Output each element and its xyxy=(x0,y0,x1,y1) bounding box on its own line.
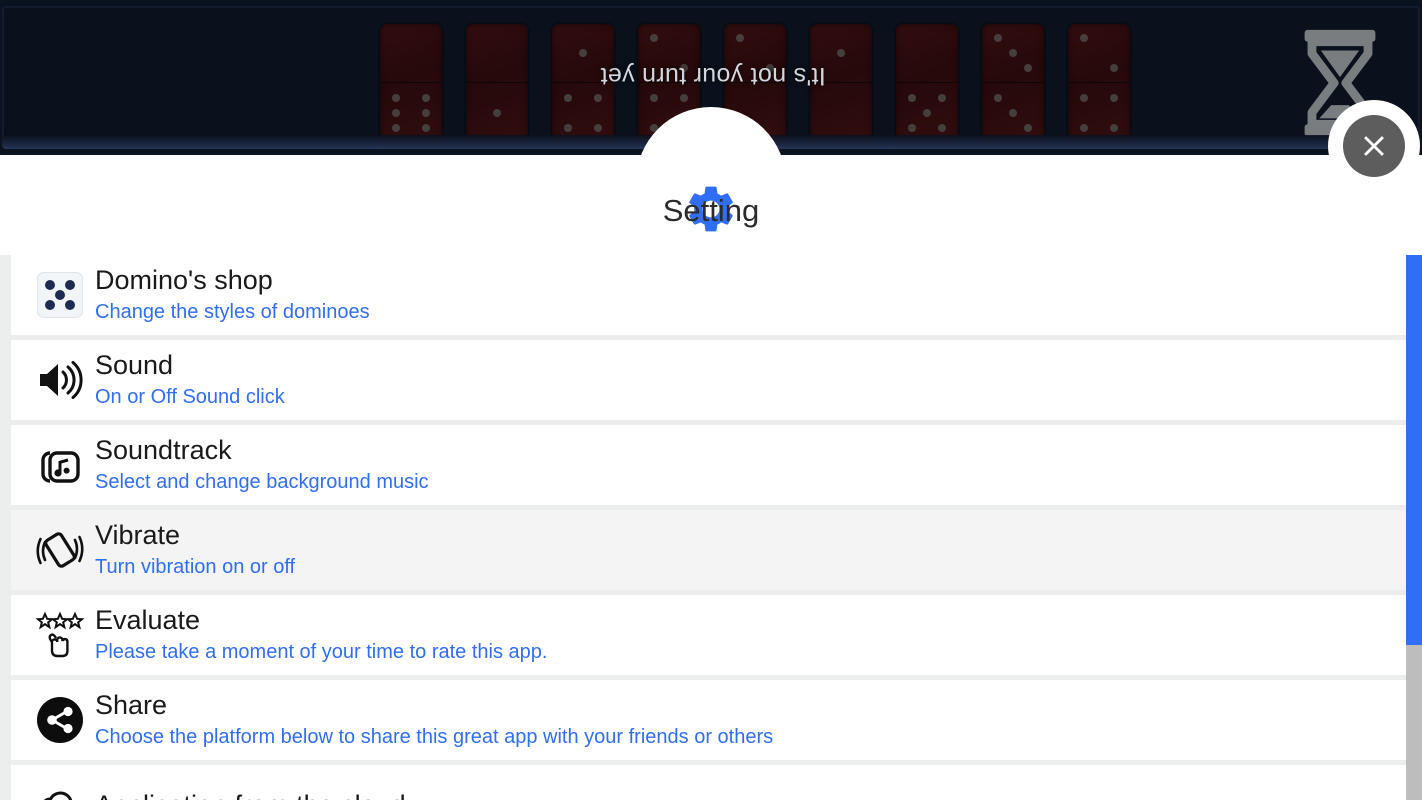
domino-pip xyxy=(594,123,603,132)
row-icon xyxy=(31,521,89,579)
setting-row-domino-s-shop[interactable]: Domino's shop Change the styles of domino… xyxy=(11,255,1411,335)
row-subtitle: Choose the platform below to share this … xyxy=(95,725,774,748)
dice-pip xyxy=(45,280,55,290)
close-circle xyxy=(1343,115,1405,177)
domino-pip xyxy=(594,93,603,102)
page-title: Setting xyxy=(662,193,760,228)
row-title: Sound xyxy=(95,350,174,381)
dice-pip xyxy=(55,290,65,300)
row-title: Application from the cloud xyxy=(95,790,406,800)
scrollbar-thumb[interactable] xyxy=(1406,255,1422,645)
setting-row-soundtrack[interactable]: Soundtrack Select and change background m… xyxy=(11,425,1411,505)
row-text: Vibrate Turn vibration on or off xyxy=(95,520,295,580)
domino-pip xyxy=(1008,48,1017,57)
domino-pip xyxy=(1110,93,1119,102)
domino-half xyxy=(1068,83,1130,142)
row-title: Vibrate xyxy=(95,520,181,551)
domino-pip xyxy=(649,93,658,102)
domino-pip xyxy=(1079,34,1088,43)
domino-pip xyxy=(938,123,947,132)
dice-pip xyxy=(45,300,55,310)
music-note-icon xyxy=(41,451,80,483)
gear-notch xyxy=(636,107,786,257)
domino-pip xyxy=(422,93,431,102)
domino-pip xyxy=(836,48,845,57)
setting-row-evaluate[interactable]: Evaluate Please take a moment of your tim… xyxy=(11,595,1411,675)
row-subtitle: On or Off Sound click xyxy=(95,385,285,408)
domino-pip xyxy=(993,34,1002,43)
domino-pip xyxy=(422,108,431,117)
setting-row-share[interactable]: Share Choose the platform below to share … xyxy=(11,680,1411,760)
domino-pip xyxy=(563,93,572,102)
row-icon xyxy=(31,351,89,409)
turn-message: It's not your turn yet xyxy=(600,62,826,90)
cloud-icon xyxy=(43,791,73,800)
vibrate-icon xyxy=(36,532,84,568)
domino-pip xyxy=(391,123,400,132)
setting-row-application-from-the-cloud[interactable]: Application from the cloud xyxy=(11,765,1411,800)
domino-pip xyxy=(735,34,744,43)
row-icon xyxy=(31,776,89,800)
row-text: Domino's shop Change the styles of domino… xyxy=(95,265,370,325)
row-icon xyxy=(31,691,89,749)
domino-pip xyxy=(938,93,947,102)
domino-pip xyxy=(1024,123,1033,132)
row-text: Application from the cloud xyxy=(95,790,406,800)
row-title: Soundtrack xyxy=(95,435,232,466)
domino-pip xyxy=(422,123,431,132)
row-icon xyxy=(31,606,89,664)
row-subtitle: Please take a moment of your time to rat… xyxy=(95,640,548,663)
dice-icon xyxy=(37,272,83,318)
domino-half xyxy=(552,83,614,142)
settings-list[interactable]: Domino's shop Change the styles of domino… xyxy=(0,255,1422,800)
domino-pip xyxy=(922,108,931,117)
domino-pip xyxy=(563,123,572,132)
dice-pip xyxy=(65,300,75,310)
domino-half xyxy=(380,83,442,142)
row-text: Evaluate Please take a moment of your tim… xyxy=(95,605,547,665)
domino-pip xyxy=(649,34,658,43)
domino-pip xyxy=(907,93,916,102)
row-title: Share xyxy=(95,690,168,721)
stars-rating-icon xyxy=(36,611,84,658)
row-subtitle: Select and change background music xyxy=(95,470,429,493)
row-text: Share Choose the platform below to share … xyxy=(95,690,773,750)
row-subtitle: Turn vibration on or off xyxy=(95,555,296,578)
row-text: Soundtrack Select and change background m… xyxy=(95,435,429,495)
domino-pip xyxy=(492,108,501,117)
domino-pip xyxy=(993,93,1002,102)
domino-pip xyxy=(907,123,916,132)
speaker-icon xyxy=(40,361,83,399)
close-button[interactable] xyxy=(1328,100,1420,192)
domino-pip xyxy=(1008,108,1017,117)
domino-half xyxy=(982,83,1044,142)
domino-pip xyxy=(578,48,587,57)
row-icon xyxy=(31,266,89,324)
domino-pip xyxy=(1110,123,1119,132)
domino-pip xyxy=(1079,93,1088,102)
settings-dialog: Setting Domino's shop Change the styles o… xyxy=(0,100,1422,800)
share-icon xyxy=(37,697,83,743)
setting-row-sound[interactable]: Sound On or Off Sound click xyxy=(11,340,1411,420)
domino-half xyxy=(466,83,528,142)
setting-row-vibrate[interactable]: Vibrate Turn vibration on or off xyxy=(11,510,1411,590)
row-title: Domino's shop xyxy=(95,265,273,296)
row-subtitle: Change the styles of dominoes xyxy=(95,300,370,323)
row-text: Sound On or Off Sound click xyxy=(95,350,285,410)
domino-pip xyxy=(680,93,689,102)
scrollbar-track[interactable] xyxy=(1406,255,1422,800)
row-title: Evaluate xyxy=(95,605,201,636)
domino-pip xyxy=(391,108,400,117)
domino-pip xyxy=(1079,123,1088,132)
domino-half xyxy=(896,83,958,142)
close-icon xyxy=(1364,136,1384,156)
dice-pip xyxy=(65,280,75,290)
row-icon xyxy=(31,436,89,494)
domino-half xyxy=(810,83,872,142)
domino-pip xyxy=(391,93,400,102)
